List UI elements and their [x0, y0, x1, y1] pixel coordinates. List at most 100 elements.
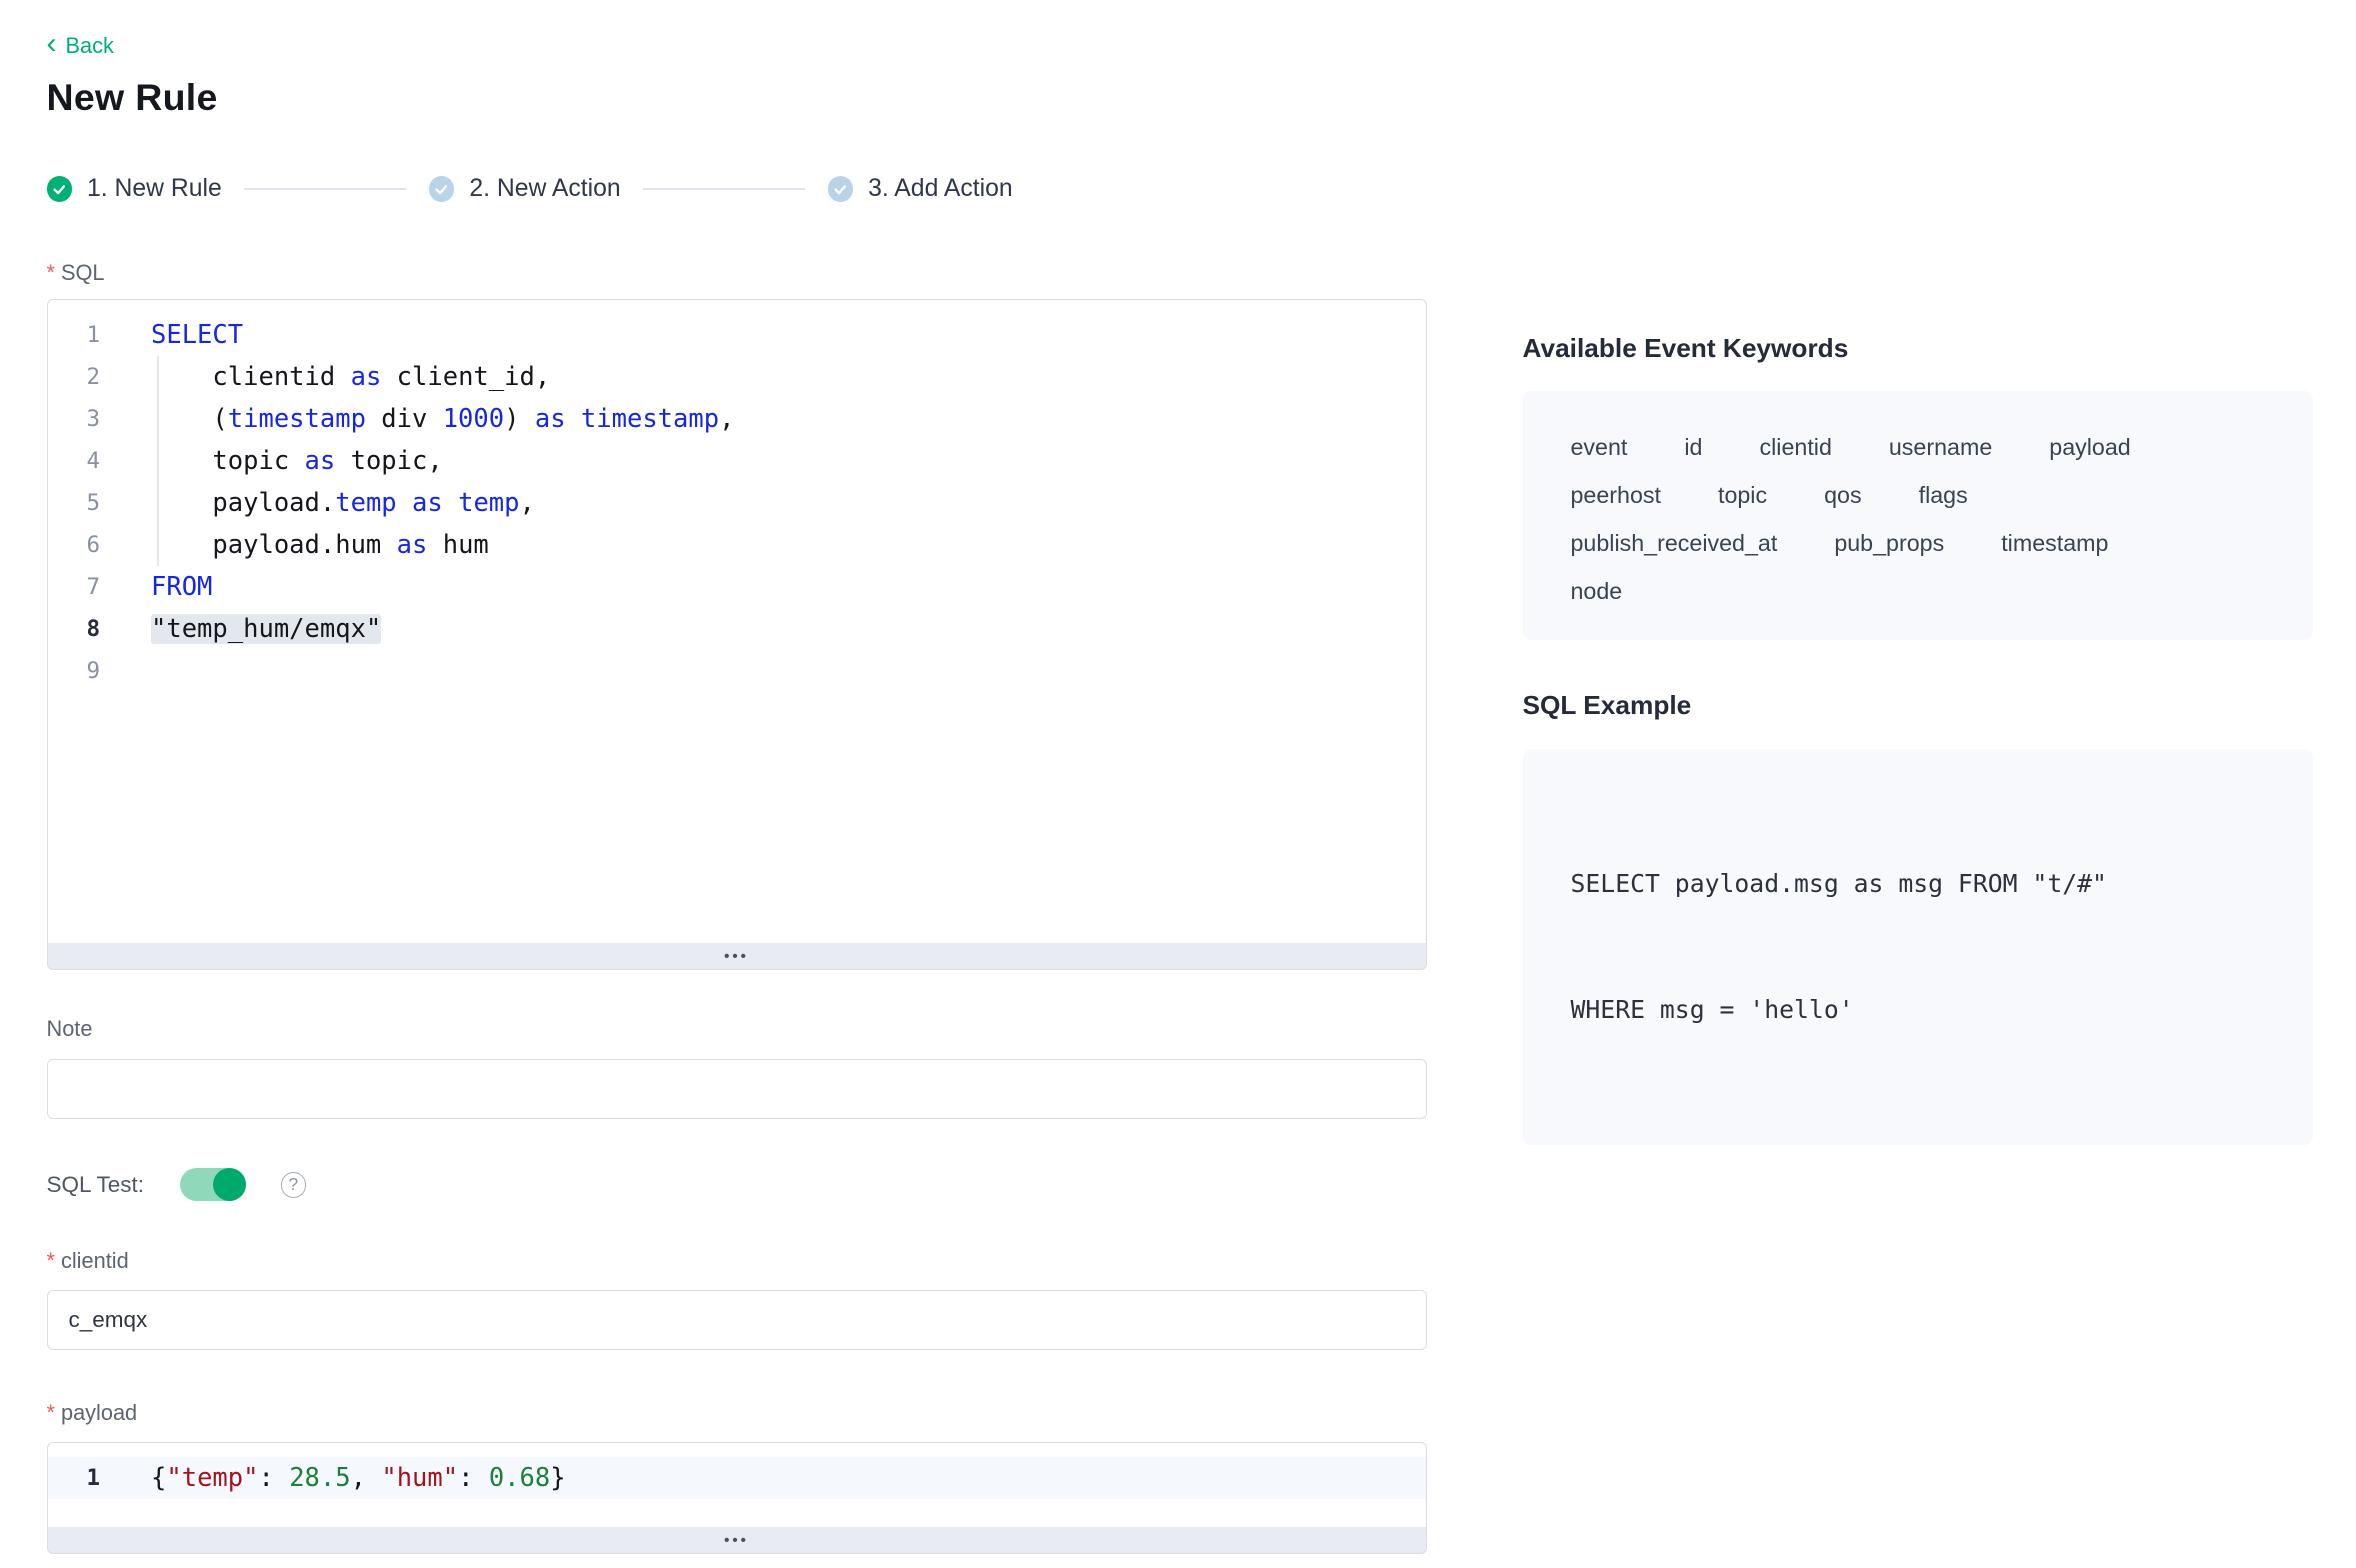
- event-keyword: publish_received_at: [1571, 519, 1778, 567]
- sql-field-label: * SQL: [47, 260, 1427, 286]
- editor-resize-handle[interactable]: •••: [48, 943, 1426, 969]
- indent-guide: [157, 398, 159, 440]
- code-text: clientid as client_id,: [114, 356, 1426, 398]
- editor-resize-handle[interactable]: •••: [48, 1527, 1426, 1553]
- code-token: ,: [520, 488, 535, 518]
- sql-editor[interactable]: 1SELECT2 clientid as client_id,3 (timest…: [47, 299, 1427, 970]
- code-token: temp: [458, 488, 519, 518]
- keyword-row: node: [1571, 567, 2266, 615]
- sql-example-panel: SELECT payload.msg as msg FROM "t/#" WHE…: [1523, 749, 2314, 1145]
- check-icon: [47, 176, 73, 202]
- code-token: FROM: [151, 572, 212, 602]
- code-token: div: [366, 404, 443, 434]
- code-token: (: [151, 404, 228, 434]
- code-token: [443, 488, 458, 518]
- code-token: payload.: [151, 488, 335, 518]
- code-token: 0.68: [489, 1463, 550, 1493]
- keywords-panel: eventidclientidusernamepayloadpeerhostto…: [1523, 391, 2314, 640]
- required-asterisk: *: [47, 1248, 55, 1274]
- code-text: "temp_hum/emqx": [114, 608, 1426, 650]
- required-asterisk: *: [47, 1400, 55, 1426]
- event-keyword: qos: [1824, 471, 1862, 519]
- code-token: SELECT: [151, 320, 243, 350]
- sql-test-label: SQL Test:: [47, 1172, 145, 1198]
- line-number: 7: [48, 566, 114, 608]
- code-line: 2 clientid as client_id,: [48, 356, 1426, 398]
- back-link[interactable]: ‹ Back: [47, 33, 114, 59]
- code-text: payload.temp as temp,: [114, 482, 1426, 524]
- indent-guide: [157, 440, 159, 482]
- code-line: 6 payload.hum as hum: [48, 524, 1426, 566]
- wizard-steps: 1. New Rule 2. New Action 3. Add Action: [47, 175, 1427, 203]
- event-keyword: username: [1889, 423, 1992, 471]
- help-icon[interactable]: ?: [281, 1172, 307, 1198]
- step-label: 2. New Action: [469, 175, 620, 203]
- code-text: FROM: [114, 566, 1426, 608]
- chevron-left-icon: ‹: [47, 35, 57, 53]
- sql-editor-code[interactable]: 1SELECT2 clientid as client_id,3 (timest…: [48, 300, 1426, 943]
- code-token: timestamp: [228, 404, 366, 434]
- event-keyword: topic: [1718, 471, 1767, 519]
- code-token: "hum": [381, 1463, 458, 1493]
- keywords-title: Available Event Keywords: [1523, 333, 2314, 364]
- indent-guide: [157, 356, 159, 398]
- note-field-label: Note: [47, 1016, 1427, 1042]
- line-number: 4: [48, 440, 114, 482]
- event-keyword: node: [1571, 567, 1623, 615]
- step-1-new-rule: 1. New Rule: [47, 175, 222, 203]
- indent-guide: [157, 524, 159, 566]
- event-keyword: clientid: [1760, 423, 1832, 471]
- code-token: topic,: [335, 446, 442, 476]
- step-label: 3. Add Action: [868, 175, 1013, 203]
- code-line: 1{"temp": 28.5, "hum": 0.68}: [48, 1457, 1426, 1499]
- back-label: Back: [66, 33, 114, 59]
- code-token: ,: [719, 404, 734, 434]
- code-text: {"temp": 28.5, "hum": 0.68}: [114, 1457, 1426, 1499]
- line-number: 8: [48, 608, 114, 650]
- check-icon: [828, 176, 854, 202]
- code-line: 5 payload.temp as temp,: [48, 482, 1426, 524]
- page-content: ‹ Back New Rule 1. New Rule 2. New Actio…: [0, 0, 2356, 1568]
- code-token: as: [305, 446, 336, 476]
- line-number: 3: [48, 398, 114, 440]
- code-token: "temp_hum/emqx": [151, 614, 381, 644]
- code-token: [566, 404, 581, 434]
- keyword-row: eventidclientidusernamepayload: [1571, 423, 2266, 471]
- event-keyword: payload: [2049, 423, 2130, 471]
- code-text: [114, 650, 1426, 692]
- code-token: hum: [427, 530, 488, 560]
- event-keyword: peerhost: [1571, 471, 1661, 519]
- code-token: 1000: [443, 404, 504, 434]
- new-rule-page: ‹ Back New Rule 1. New Rule 2. New Actio…: [0, 0, 2356, 1568]
- keyword-row: peerhost topic qos flags: [1571, 471, 2266, 519]
- sql-test-toggle[interactable]: [180, 1168, 246, 1201]
- event-keyword: flags: [1919, 471, 1968, 519]
- line-number: 6: [48, 524, 114, 566]
- code-token: 28.5: [289, 1463, 350, 1493]
- code-token: ): [504, 404, 535, 434]
- note-input[interactable]: [47, 1059, 1427, 1119]
- code-token: temp: [335, 488, 396, 518]
- code-text: payload.hum as hum: [114, 524, 1426, 566]
- payload-editor-code[interactable]: 1{"temp": 28.5, "hum": 0.68}: [48, 1443, 1426, 1527]
- clientid-input[interactable]: [47, 1290, 1427, 1350]
- code-text: SELECT: [114, 314, 1426, 356]
- code-token: clientid: [151, 362, 351, 392]
- event-keyword: pub_props: [1834, 519, 1944, 567]
- check-icon: [429, 176, 455, 202]
- code-token: }: [550, 1463, 565, 1493]
- code-token: as: [535, 404, 566, 434]
- clientid-label-text: clientid: [61, 1248, 129, 1274]
- payload-editor[interactable]: 1{"temp": 28.5, "hum": 0.68} •••: [47, 1442, 1427, 1554]
- code-token: as: [397, 530, 428, 560]
- code-token: as: [351, 362, 382, 392]
- sql-example-title: SQL Example: [1523, 690, 2314, 721]
- ellipsis-icon: •••: [724, 949, 749, 964]
- payload-field-label: * payload: [47, 1400, 1427, 1426]
- line-number: 2: [48, 356, 114, 398]
- step-3-add-action: 3. Add Action: [828, 175, 1013, 203]
- sql-label-text: SQL: [61, 260, 105, 286]
- step-label: 1. New Rule: [87, 175, 222, 203]
- payload-label-text: payload: [61, 1400, 137, 1426]
- clientid-field-label: * clientid: [47, 1248, 1427, 1274]
